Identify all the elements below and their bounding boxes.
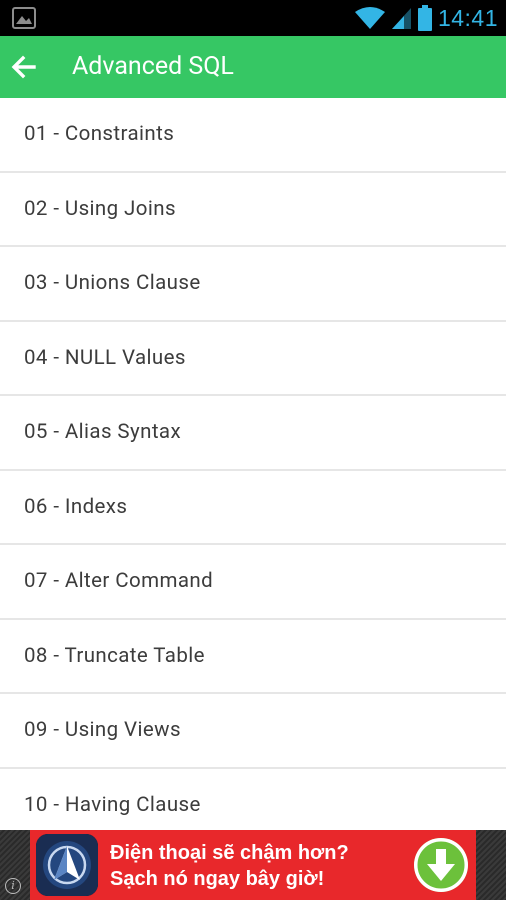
list-item[interactable]: 07 - Alter Command	[0, 545, 506, 620]
arrow-back-icon[interactable]	[10, 53, 38, 81]
cleaner-app-icon	[36, 834, 98, 896]
list-item[interactable]: 09 - Using Views	[0, 694, 506, 769]
ad-banner-content[interactable]: Điện thoại sẽ chậm hơn? Sạch nó ngay bây…	[30, 830, 476, 900]
info-icon[interactable]: i	[5, 878, 21, 894]
lesson-list: 01 - Constraints 02 - Using Joins 03 - U…	[0, 98, 506, 830]
page-title: Advanced SQL	[72, 52, 234, 81]
list-item-label: 08 - Truncate Table	[24, 643, 205, 668]
ad-line-1: Điện thoại sẽ chậm hơn?	[110, 842, 349, 864]
list-item[interactable]: 05 - Alias Syntax	[0, 396, 506, 471]
list-item-label: 03 - Unions Clause	[24, 271, 201, 296]
image-notification-icon	[12, 7, 36, 29]
status-bar: 14:41	[0, 0, 506, 36]
list-item[interactable]: 06 - Indexs	[0, 471, 506, 545]
ad-banner-right-pad	[476, 830, 506, 900]
list-item-label: 09 - Using Views	[24, 718, 181, 743]
ad-banner[interactable]: i Điện thoại sẽ chậm hơn? Sạch nó ngay b…	[0, 830, 506, 900]
status-icons: 14:41	[354, 0, 498, 36]
list-item-label: 01 - Constraints	[24, 122, 175, 147]
list-item[interactable]: 02 - Using Joins	[0, 173, 506, 247]
ad-text: Điện thoại sẽ chậm hơn? Sạch nó ngay bây…	[110, 840, 349, 892]
list-item[interactable]: 04 - NULL Values	[0, 322, 506, 396]
list-item-label: 04 - NULL Values	[24, 345, 186, 370]
app-bar: Advanced SQL	[0, 36, 506, 98]
list-item-label: 05 - Alias Syntax	[24, 420, 182, 445]
list-item-label: 02 - Using Joins	[24, 196, 176, 221]
download-arrow-icon[interactable]	[414, 838, 468, 892]
list-item[interactable]: 10 - Having Clause	[0, 769, 506, 831]
list-item[interactable]: 01 - Constraints	[0, 98, 506, 173]
list-item-label: 06 - Indexs	[24, 494, 128, 519]
list-item-label: 10 - Having Clause	[24, 792, 201, 817]
status-time: 14:41	[437, 4, 498, 31]
list-item[interactable]: 03 - Unions Clause	[0, 247, 506, 322]
battery-icon	[417, 5, 432, 31]
ad-line-2: Sạch nó ngay bây giờ!	[110, 868, 325, 890]
list-item-label: 07 - Alter Command	[24, 569, 214, 594]
wifi-icon	[354, 7, 385, 29]
list-item[interactable]: 08 - Truncate Table	[0, 620, 506, 694]
signal-icon	[391, 8, 411, 29]
